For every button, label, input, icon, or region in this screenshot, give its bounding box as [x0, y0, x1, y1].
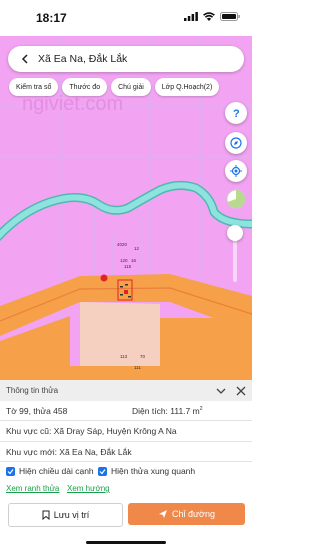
close-icon[interactable]	[236, 386, 246, 396]
map-number: 70	[140, 354, 146, 359]
map-watermark: ngiviet.com	[22, 93, 123, 115]
divider	[0, 441, 252, 442]
map-number: 113	[120, 354, 128, 359]
location-crosshair-icon	[230, 165, 242, 177]
home-indicator	[86, 541, 166, 544]
save-location-label: Lưu vị trí	[53, 510, 90, 520]
chip-planning-layer[interactable]: Lớp Q.Hoạch(2)	[154, 78, 220, 96]
help-button[interactable]: ?	[225, 102, 247, 124]
view-boundary-link[interactable]: Xem ranh thửa	[6, 484, 59, 493]
back-icon[interactable]	[14, 48, 36, 70]
new-area-text: Khu vực mới: Xã Ea Na, Đắk Lắk	[6, 447, 132, 457]
parcel-number: Tờ 99, thửa 458	[6, 406, 68, 416]
send-arrow-icon	[159, 510, 168, 518]
toggle-edge-lengths[interactable]: Hiện chiều dài cạnh	[6, 466, 94, 476]
save-location-button[interactable]: Lưu vị trí	[8, 503, 123, 527]
neighbor-parcels-label: Hiện thửa xung quanh	[111, 466, 196, 476]
directions-button[interactable]: Chỉ đường	[128, 503, 245, 525]
my-location-button[interactable]	[225, 160, 247, 182]
map-number: 120	[120, 258, 128, 263]
map-number: 4020	[117, 242, 128, 247]
search-bar[interactable]: Xã Ea Na, Đắk Lắk	[8, 46, 244, 72]
battery-icon	[220, 12, 240, 21]
map-number: 115	[124, 264, 132, 269]
chip-ruler[interactable]: Thước đo	[62, 78, 108, 96]
checkbox-checked-icon[interactable]	[6, 466, 15, 476]
search-query: Xã Ea Na, Đắk Lắk	[38, 53, 128, 65]
edge-lengths-label: Hiện chiều dài cạnh	[19, 466, 94, 476]
panel-header: Thông tin thửa	[0, 380, 252, 401]
map-number: 111	[134, 365, 141, 370]
chip-check-book[interactable]: Kiểm tra sổ	[9, 78, 59, 96]
parcel-marker-icon	[100, 274, 108, 282]
divider	[0, 461, 252, 462]
checkbox-checked-icon[interactable]	[98, 466, 107, 476]
view-direction-link[interactable]: Xem hướng	[67, 484, 110, 493]
signal-icon	[184, 12, 198, 21]
svg-text:?: ?	[233, 108, 240, 119]
help-icon: ?	[233, 108, 240, 119]
status-time: 18:17	[36, 11, 67, 25]
toolbar-chips: Kiểm tra sổ Thước đo Chú giải Lớp Q.Hoạc…	[9, 78, 220, 96]
panel-title: Thông tin thửa	[6, 386, 59, 395]
parcel-area: Diện tích: 111.7 m2	[132, 406, 203, 416]
compass-button[interactable]	[225, 132, 247, 154]
chevron-down-icon[interactable]	[216, 386, 226, 396]
opacity-slider-thumb[interactable]	[227, 225, 243, 241]
area-unit-superscript: 2	[199, 406, 203, 413]
directions-label: Chỉ đường	[172, 509, 215, 519]
layer-opacity-icon[interactable]	[226, 189, 246, 209]
map-number: 12	[134, 246, 140, 251]
divider	[0, 420, 252, 421]
compass-icon	[230, 137, 242, 149]
bookmark-icon	[42, 510, 50, 520]
map-number: 16	[131, 258, 137, 263]
wifi-icon	[203, 12, 215, 21]
parcel-area-value: Diện tích: 111.7 m	[132, 406, 200, 416]
old-area-text: Khu vực cũ: Xã Dray Sáp, Huyện Krông A N…	[6, 426, 177, 436]
toggle-neighbor-parcels[interactable]: Hiện thửa xung quanh	[98, 466, 195, 476]
status-icons	[184, 12, 240, 21]
chip-legend[interactable]: Chú giải	[111, 78, 151, 96]
status-bar: 18:17	[0, 0, 252, 36]
